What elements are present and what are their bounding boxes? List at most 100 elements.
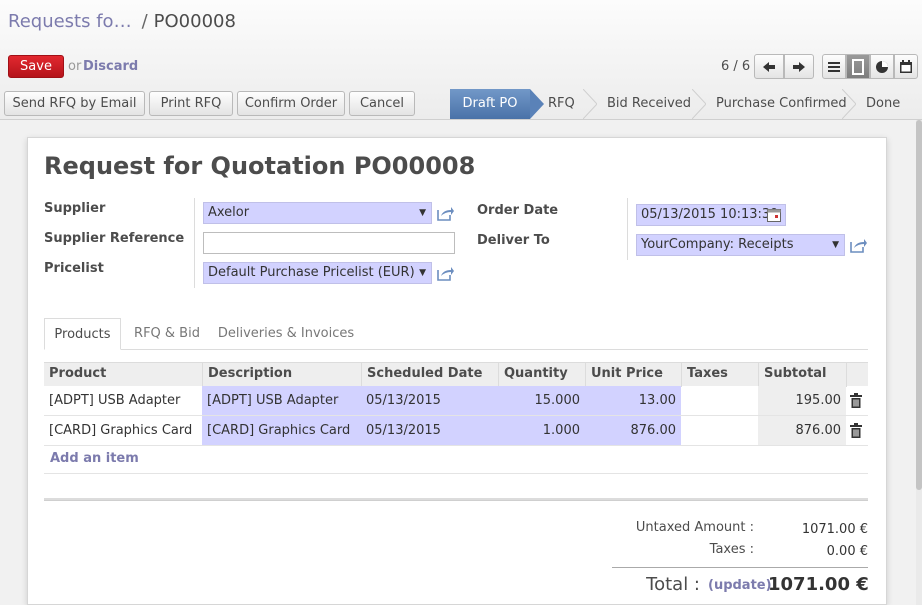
column-header-subtotal[interactable]: Subtotal: [758, 363, 846, 387]
list-view-icon: [828, 61, 840, 72]
cell-taxes[interactable]: [681, 416, 758, 445]
totals-divider: [612, 567, 868, 568]
column-header-unit-price[interactable]: Unit Price: [585, 363, 681, 387]
table-footer-line: [44, 473, 868, 474]
tab-rfq-bid[interactable]: RFQ & Bid: [124, 318, 210, 350]
stage-rfq[interactable]: RFQ: [548, 89, 588, 119]
cell-subtotal: 876.00: [758, 416, 846, 445]
stage-done[interactable]: Done: [866, 89, 906, 119]
breadcrumb-current: PO00008: [153, 11, 236, 32]
discard-link[interactable]: Discard: [83, 59, 138, 74]
cell-description[interactable]: [ADPT] USB Adapter: [202, 386, 361, 415]
graph-view-icon: [876, 60, 888, 73]
tab-products[interactable]: Products: [44, 318, 121, 350]
table-row[interactable]: [CARD] Graphics Card [CARD] Graphics Car…: [44, 416, 868, 446]
trash-icon[interactable]: [850, 423, 862, 438]
order-date-value: 05/13/2015 10:13:39: [641, 207, 779, 222]
print-rfq-button[interactable]: Print RFQ: [149, 91, 233, 116]
stage-purchase-confirmed[interactable]: Purchase Confirmed: [716, 89, 847, 119]
cell-scheduled-date[interactable]: 05/13/2015: [361, 416, 498, 445]
stage-chevron: [583, 89, 597, 119]
supplier-label: Supplier: [44, 201, 106, 216]
order-date-label: Order Date: [477, 203, 559, 218]
untaxed-amount-value: 1071.00 €: [801, 522, 868, 537]
cell-unit-price[interactable]: 13.00: [585, 386, 681, 415]
or-text: or: [68, 59, 82, 74]
order-date-input[interactable]: 05/13/2015 10:13:39: [636, 204, 786, 226]
breadcrumb-separator: /: [141, 11, 148, 32]
total-value: 1071.00 €: [768, 574, 869, 595]
page-title: Request for Quotation PO00008: [44, 152, 475, 180]
taxes-label: Taxes :: [709, 542, 754, 557]
field-separator: [627, 198, 628, 260]
dropdown-arrow-icon: ▼: [419, 268, 426, 278]
column-header-quantity[interactable]: Quantity: [498, 363, 585, 387]
cell-subtotal: 195.00: [758, 386, 846, 415]
section-separator: [44, 498, 868, 501]
column-header-scheduled-date[interactable]: Scheduled Date: [361, 363, 498, 387]
cell-scheduled-date[interactable]: 05/13/2015: [361, 386, 498, 415]
graph-view-button[interactable]: [870, 54, 894, 79]
pricelist-select[interactable]: Default Purchase Pricelist (EUR) ▼: [203, 262, 432, 284]
table-row[interactable]: [ADPT] USB Adapter [ADPT] USB Adapter 05…: [44, 386, 868, 416]
breadcrumb-parent-link[interactable]: Requests fo…: [8, 11, 132, 32]
stage-draft-po[interactable]: Draft PO: [450, 89, 530, 119]
title-reference: PO00008: [353, 152, 476, 180]
pricelist-value: Default Purchase Pricelist (EUR): [208, 265, 415, 280]
cell-product[interactable]: [CARD] Graphics Card: [44, 416, 202, 445]
supplier-select[interactable]: Axelor ▼: [203, 202, 432, 224]
pager-next-button[interactable]: [784, 54, 814, 79]
pager-counter: 6 / 6: [721, 59, 751, 74]
cancel-button[interactable]: Cancel: [349, 91, 415, 116]
untaxed-amount-label: Untaxed Amount :: [635, 520, 754, 535]
order-lines-header: Product Description Scheduled Date Quant…: [44, 362, 868, 387]
cell-description[interactable]: [CARD] Graphics Card: [202, 416, 361, 445]
status-bar: Draft PO RFQ Bid Received Purchase Confi…: [450, 89, 922, 119]
save-button[interactable]: Save: [8, 55, 64, 78]
calendar-view-icon: [900, 59, 912, 73]
add-item-link[interactable]: Add an item: [50, 451, 139, 466]
cell-quantity[interactable]: 15.000: [498, 386, 585, 415]
supplier-reference-label: Supplier Reference: [44, 231, 185, 246]
trash-icon[interactable]: [850, 393, 862, 408]
stage-chevron-active: [530, 89, 544, 119]
cell-taxes[interactable]: [681, 386, 758, 415]
pager-previous-button[interactable]: [754, 54, 784, 79]
taxes-value: 0.00 €: [826, 544, 868, 559]
form-view-button[interactable]: [846, 54, 870, 79]
calendar-picker-icon[interactable]: [767, 208, 781, 222]
calendar-view-button[interactable]: [894, 54, 918, 79]
field-separator: [194, 198, 195, 288]
stage-chevron: [692, 89, 706, 119]
title-prefix: Request for Quotation: [44, 152, 346, 180]
confirm-order-button[interactable]: Confirm Order: [237, 91, 345, 116]
list-view-button[interactable]: [822, 54, 846, 79]
external-link-icon[interactable]: [436, 265, 454, 281]
column-header-description[interactable]: Description: [202, 363, 361, 387]
stage-bid-received[interactable]: Bid Received: [607, 89, 697, 119]
tab-deliveries-invoices[interactable]: Deliveries & Invoices: [216, 318, 356, 350]
cell-unit-price[interactable]: 876.00: [585, 416, 681, 445]
pricelist-label: Pricelist: [44, 261, 104, 276]
stage-chevron: [842, 89, 856, 119]
cell-product[interactable]: [ADPT] USB Adapter: [44, 386, 202, 415]
external-link-icon[interactable]: [436, 205, 454, 221]
column-header-taxes[interactable]: Taxes: [681, 363, 758, 387]
deliver-to-select[interactable]: YourCompany: Receipts ▼: [636, 234, 845, 256]
scrollbar-thumb[interactable]: [916, 120, 922, 490]
send-rfq-email-button[interactable]: Send RFQ by Email: [4, 91, 145, 116]
deliver-to-label: Deliver To: [477, 233, 550, 248]
arrow-right-icon: [793, 61, 805, 72]
dropdown-arrow-icon: ▼: [832, 240, 839, 250]
total-label: Total :: [646, 574, 700, 595]
breadcrumb: Requests fo… / PO00008: [8, 11, 236, 32]
external-link-icon[interactable]: [849, 237, 867, 253]
cell-quantity[interactable]: 1.000: [498, 416, 585, 445]
supplier-value: Axelor: [208, 205, 250, 220]
column-header-product[interactable]: Product: [44, 363, 202, 387]
supplier-reference-input[interactable]: [203, 232, 455, 254]
dropdown-arrow-icon: ▼: [419, 208, 426, 218]
update-totals-link[interactable]: (update): [708, 578, 772, 593]
column-header-delete: [846, 363, 868, 387]
arrow-left-icon: [763, 61, 775, 72]
